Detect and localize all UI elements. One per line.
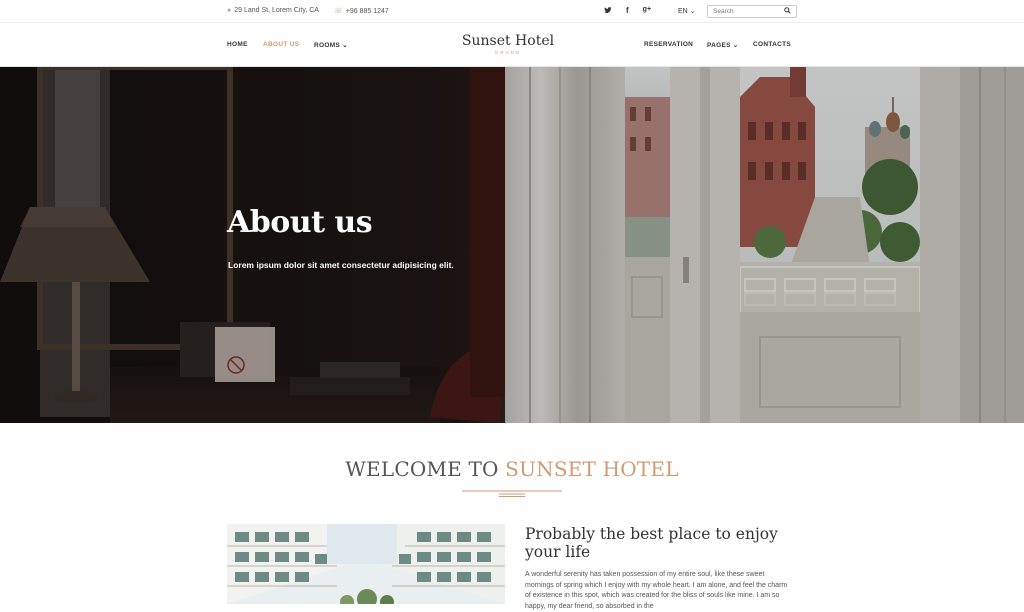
hotel-atrium-image [227, 524, 505, 604]
nav-rooms-label: ROOMS [314, 41, 341, 49]
chevron-down-icon: ⌄ [689, 8, 696, 15]
nav-home[interactable]: HOME [227, 41, 248, 48]
phone-text: +96 885 1247 [345, 7, 389, 15]
social-links: f g+ [604, 6, 651, 16]
nav-contacts[interactable]: CONTACTS [753, 41, 791, 48]
nav-reservation-label: RESERVATION [644, 41, 694, 48]
location-pin-icon: ● [227, 7, 232, 14]
nav-reservation[interactable]: RESERVATION [644, 41, 693, 48]
divider-ornament [462, 490, 562, 497]
google-plus-icon[interactable]: g+ [643, 6, 651, 16]
site-logo[interactable]: Sunset Hotel GRAND [448, 33, 568, 56]
phone: ☏ +96 885 1247 [334, 7, 389, 16]
facebook-icon[interactable]: f [626, 6, 629, 16]
language-label: EN [678, 8, 688, 15]
brand-sub: GRAND [494, 50, 522, 55]
welcome-accent: SUNSET HOTEL [505, 457, 679, 481]
brand-name: Sunset Hotel [461, 33, 555, 49]
welcome-prefix: WELCOME TO [345, 457, 499, 481]
hero-subtitle: Lorem ipsum dolor sit amet consectetur a… [228, 260, 454, 270]
welcome-heading: WELCOME TO SUNSET HOTEL [0, 457, 1024, 481]
nav-pages-label: PAGES [707, 41, 731, 49]
hero-title: About us [227, 205, 373, 240]
phone-icon: ☏ [334, 8, 343, 15]
chevron-down-icon: ⌄ [732, 42, 739, 49]
nav-home-label: HOME [227, 41, 248, 48]
nav-pages[interactable]: PAGES ⌄ [707, 41, 739, 50]
nav-about-label: ABOUT US [263, 41, 300, 48]
address: ● 29 Land St, Lorem City, CA [227, 7, 319, 14]
address-text: 29 Land St, Lorem City, CA [234, 7, 319, 14]
language-selector[interactable]: EN ⌄ [678, 7, 696, 15]
main-navigation: HOME ABOUT US ROOMS ⌄ Sunset Hotel GRAND … [0, 23, 1024, 67]
nav-rooms[interactable]: ROOMS ⌄ [314, 41, 348, 50]
search-input[interactable] [708, 6, 782, 17]
twitter-icon[interactable] [604, 6, 612, 16]
hero-room-image [0, 67, 1024, 423]
nav-about-us[interactable]: ABOUT US [263, 41, 299, 48]
nav-contacts-label: CONTACTS [753, 41, 792, 48]
chevron-down-icon: ⌄ [342, 42, 348, 49]
search-box [707, 5, 797, 18]
hero-banner: About us Lorem ipsum dolor sit amet cons… [0, 67, 1024, 423]
about-heading: Probably the best place to enjoy your li… [525, 525, 778, 561]
search-icon[interactable] [784, 7, 791, 16]
top-bar: ● 29 Land St, Lorem City, CA ☏ +96 885 1… [0, 0, 1024, 23]
about-text: A wonderful serenity has taken possessio… [525, 571, 788, 610]
